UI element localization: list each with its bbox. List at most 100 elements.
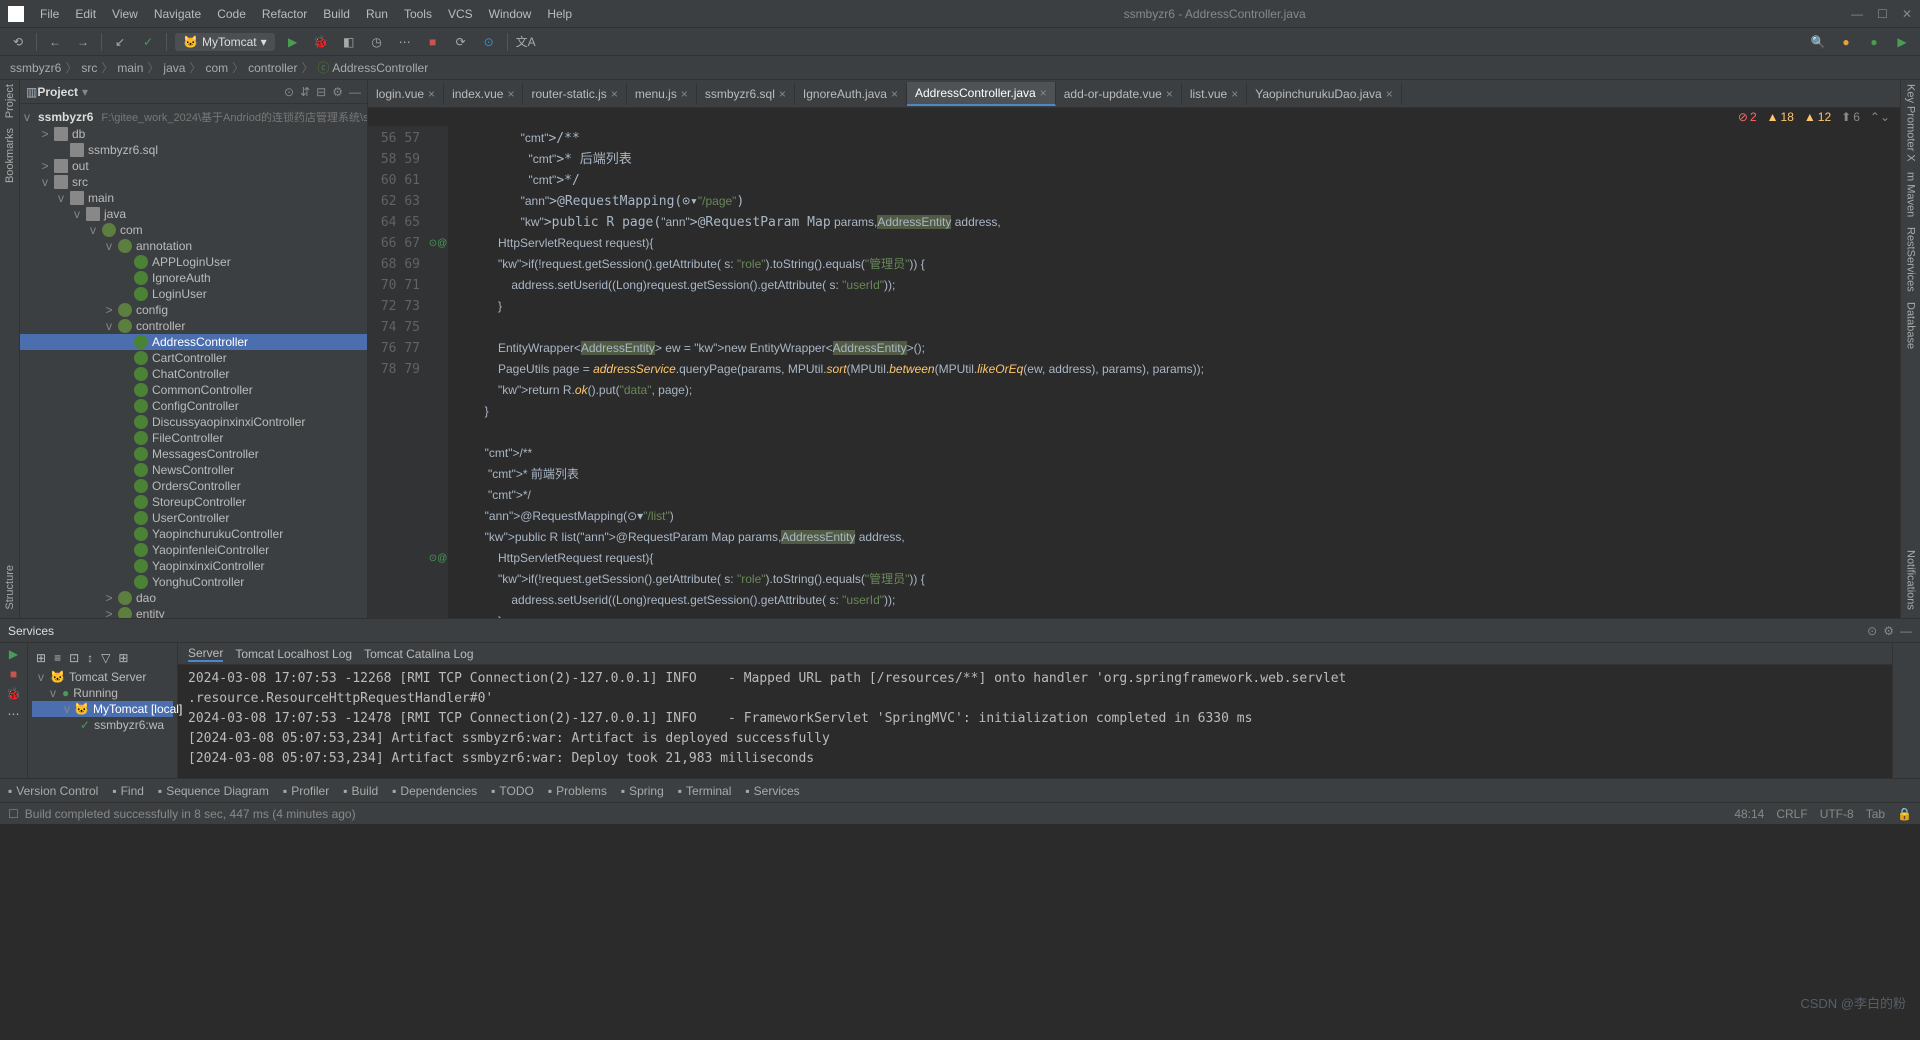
tab-close-icon[interactable]: × bbox=[1166, 87, 1173, 101]
log-tab[interactable]: Tomcat Localhost Log bbox=[235, 647, 352, 661]
rest-tool-button[interactable]: RestServices bbox=[1905, 227, 1917, 292]
debug-icon[interactable]: 🐞 bbox=[311, 32, 331, 52]
breadcrumb-item[interactable]: ssmbyzr6 bbox=[10, 61, 61, 75]
services-item[interactable]: ✓ssmbyzr6:wa bbox=[32, 717, 173, 733]
tree-item[interactable]: >dao bbox=[20, 590, 367, 606]
notifications-icon[interactable]: ● bbox=[1836, 32, 1856, 52]
tree-item[interactable]: YonghuController bbox=[20, 574, 367, 590]
collapse-icon[interactable]: ⊟ bbox=[316, 85, 326, 99]
services-item[interactable]: v🐱Tomcat Server bbox=[32, 669, 173, 685]
vcs-update-icon[interactable]: ↙ bbox=[110, 32, 130, 52]
database-tool-button[interactable]: Database bbox=[1905, 302, 1917, 349]
editor-tab[interactable]: AddressController.java× bbox=[907, 82, 1056, 106]
bottom-tab-problems[interactable]: ▪ Problems bbox=[548, 784, 607, 798]
tree-item[interactable]: vjava bbox=[20, 206, 367, 222]
stop-icon[interactable]: ■ bbox=[10, 667, 17, 681]
group-icon[interactable]: ⊞ bbox=[118, 651, 128, 665]
menu-file[interactable]: File bbox=[34, 5, 65, 23]
bottom-tab-todo[interactable]: ▪ TODO bbox=[491, 784, 534, 798]
maximize-icon[interactable]: ☐ bbox=[1877, 7, 1888, 21]
project-tool-button[interactable]: Project bbox=[4, 84, 16, 118]
vcs-commit-icon[interactable]: ✓ bbox=[138, 32, 158, 52]
tree-item[interactable]: DiscussyaopinxinxiController bbox=[20, 414, 367, 430]
run-icon[interactable]: ▶ bbox=[283, 32, 303, 52]
menu-code[interactable]: Code bbox=[211, 5, 252, 23]
indent-info[interactable]: Tab bbox=[1866, 807, 1885, 821]
notifications-tool-button[interactable]: Notifications bbox=[1905, 550, 1917, 610]
tree-item[interactable]: LoginUser bbox=[20, 286, 367, 302]
error-indicator[interactable]: ⊘ 2 bbox=[1738, 110, 1757, 124]
menu-run[interactable]: Run bbox=[360, 5, 394, 23]
services-tree[interactable]: ⊞ ≡ ⊡ ↕ ▽ ⊞ v🐱Tomcat Server v●Running v🐱… bbox=[28, 643, 178, 778]
tab-close-icon[interactable]: × bbox=[1040, 86, 1047, 100]
debug-icon[interactable]: 🐞 bbox=[6, 687, 21, 701]
close-icon[interactable]: ✕ bbox=[1902, 7, 1912, 21]
tree-item[interactable]: FileController bbox=[20, 430, 367, 446]
bottom-tab-find[interactable]: ▪ Find bbox=[112, 784, 144, 798]
filter2-icon[interactable]: ▽ bbox=[101, 651, 110, 665]
tree-item[interactable]: ssmbyzr6.sql bbox=[20, 142, 367, 158]
back-icon[interactable]: ← bbox=[45, 32, 65, 52]
actions-icon[interactable]: ⊙ bbox=[479, 32, 499, 52]
services-item[interactable]: v●Running bbox=[32, 685, 173, 701]
chevron-icon[interactable]: ⌃⌄ bbox=[1870, 110, 1890, 124]
editor-tab[interactable]: menu.js× bbox=[627, 83, 697, 105]
hide-icon[interactable]: — bbox=[349, 85, 361, 99]
bottom-tab-services[interactable]: ▪ Services bbox=[745, 784, 799, 798]
code-with-me-icon[interactable]: ▶ bbox=[1892, 32, 1912, 52]
tree-item[interactable]: vmain bbox=[20, 190, 367, 206]
run-config-selector[interactable]: 🐱 MyTomcat ▾ bbox=[175, 33, 275, 51]
coverage-icon[interactable]: ◧ bbox=[339, 32, 359, 52]
stop-icon[interactable]: ■ bbox=[423, 32, 443, 52]
tree-item[interactable]: AddressController bbox=[20, 334, 367, 350]
tree-item[interactable]: OrdersController bbox=[20, 478, 367, 494]
tree-item[interactable]: >config bbox=[20, 302, 367, 318]
tree-item[interactable]: vannotation bbox=[20, 238, 367, 254]
line-gutter[interactable]: 56 57 58 59 60 61 62 63 64 65 66 67 68 6… bbox=[368, 126, 428, 618]
tab-close-icon[interactable]: × bbox=[611, 87, 618, 101]
code-editor[interactable]: "cmt">/** "cmt">* 后端列表 "cmt">*/ "ann">@R… bbox=[448, 126, 1900, 618]
console-output[interactable]: 2024-03-08 17:07:53 -12268 [RMI TCP Conn… bbox=[178, 665, 1892, 778]
bottom-tab-profiler[interactable]: ▪ Profiler bbox=[283, 784, 329, 798]
structure-tool-button[interactable]: Structure bbox=[4, 565, 16, 610]
tab-close-icon[interactable]: × bbox=[1386, 87, 1393, 101]
file-encoding[interactable]: UTF-8 bbox=[1820, 807, 1854, 821]
breadcrumb-item[interactable]: ⓒ AddressController bbox=[318, 59, 429, 76]
tab-close-icon[interactable]: × bbox=[779, 87, 786, 101]
attach-icon[interactable]: ⋯ bbox=[395, 32, 415, 52]
bottom-tab-dependencies[interactable]: ▪ Dependencies bbox=[392, 784, 477, 798]
tree-root[interactable]: v ssmbyzr6 F:\gitee_work_2024\基于Andriod的… bbox=[20, 108, 367, 126]
bottom-tab-spring[interactable]: ▪ Spring bbox=[621, 784, 664, 798]
warning-indicator[interactable]: ▲ 18 bbox=[1767, 110, 1794, 124]
menu-view[interactable]: View bbox=[106, 5, 144, 23]
breadcrumb-item[interactable]: src bbox=[81, 61, 97, 75]
menu-tools[interactable]: Tools bbox=[398, 5, 438, 23]
tree-item[interactable]: UserController bbox=[20, 510, 367, 526]
editor-tab[interactable]: IgnoreAuth.java× bbox=[795, 83, 907, 105]
tree-item[interactable]: vsrc bbox=[20, 174, 367, 190]
expand-icon[interactable]: ⊡ bbox=[69, 651, 79, 665]
tab-close-icon[interactable]: × bbox=[891, 87, 898, 101]
options-icon[interactable]: ⊙ bbox=[1867, 624, 1877, 638]
forward-icon[interactable]: → bbox=[73, 32, 93, 52]
menu-refactor[interactable]: Refactor bbox=[256, 5, 313, 23]
chevron-down-icon[interactable]: ▾ bbox=[82, 85, 88, 99]
tree-icon[interactable]: ⊞ bbox=[36, 651, 46, 665]
editor-tab[interactable]: router-static.js× bbox=[523, 83, 626, 105]
lock-icon[interactable]: 🔒 bbox=[1897, 807, 1912, 821]
tree-item[interactable]: YaopinxinxiController bbox=[20, 558, 367, 574]
project-tree[interactable]: v ssmbyzr6 F:\gitee_work_2024\基于Andriod的… bbox=[20, 104, 367, 618]
tree-item[interactable]: IgnoreAuth bbox=[20, 270, 367, 286]
menu-navigate[interactable]: Navigate bbox=[148, 5, 207, 23]
gear-icon[interactable]: ⚙ bbox=[1883, 624, 1894, 638]
tab-close-icon[interactable]: × bbox=[428, 87, 435, 101]
menu-edit[interactable]: Edit bbox=[69, 5, 102, 23]
tree-item[interactable]: YaopinfenleiController bbox=[20, 542, 367, 558]
sync-icon[interactable]: ⟲ bbox=[8, 32, 28, 52]
weak-warning-indicator[interactable]: ▲ 12 bbox=[1804, 110, 1831, 124]
avatar-icon[interactable]: ● bbox=[1864, 32, 1884, 52]
profile-icon[interactable]: ◷ bbox=[367, 32, 387, 52]
tree-item[interactable]: >entity bbox=[20, 606, 367, 618]
gear-icon[interactable]: ⚙ bbox=[332, 85, 343, 99]
bottom-tab-terminal[interactable]: ▪ Terminal bbox=[678, 784, 732, 798]
